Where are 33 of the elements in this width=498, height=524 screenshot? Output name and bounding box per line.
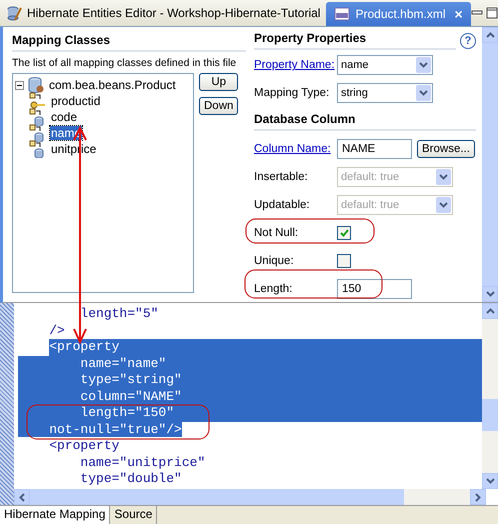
- page-tab[interactable]: Hibernate Mapping: [0, 506, 110, 524]
- field-link[interactable]: Column Name:: [254, 143, 337, 156]
- tree-item[interactable]: code: [50, 110, 78, 124]
- field-label: Updatable:: [254, 199, 311, 212]
- editor-tab[interactable]: Product.hbm.xml ×: [326, 2, 471, 26]
- help-icon[interactable]: ?: [460, 32, 476, 49]
- text-field[interactable]: 150: [337, 279, 412, 300]
- code-line: type="double": [79, 471, 183, 488]
- section-heading: Database Column: [254, 112, 476, 132]
- code-line: />: [48, 322, 66, 340]
- code-line: length="5": [79, 306, 160, 323]
- section-heading: Property Properties: [254, 31, 456, 50]
- field-label: Insertable:: [254, 171, 309, 184]
- up-button[interactable]: Up: [199, 73, 238, 92]
- page-tab[interactable]: Source: [110, 506, 158, 524]
- down-button[interactable]: Down: [199, 97, 238, 116]
- dropdown[interactable]: string: [337, 83, 433, 104]
- field-label: Unique:: [254, 255, 295, 268]
- tree-item[interactable]: productid: [50, 94, 102, 108]
- tree-item[interactable]: com.bea.beans.Product: [48, 78, 177, 92]
- browse-button[interactable]: Browse...: [417, 140, 475, 158]
- editor-tab[interactable]: Hibernate Entities Editor - Workshop-Hibernate-Tutorial: [0, 0, 326, 26]
- field-link[interactable]: Property Name:: [254, 59, 337, 72]
- code-line: not-null="true"/>: [18, 422, 482, 438]
- code-line: <property: [48, 438, 120, 455]
- description: The list of all mapping classes defined in this file: [12, 56, 238, 70]
- section-heading: Mapping Classes: [12, 33, 246, 52]
- field-label: Not Null:: [254, 227, 300, 240]
- field-label: Length:: [254, 283, 294, 296]
- dropdown[interactable]: name: [337, 55, 433, 76]
- text-field[interactable]: NAME: [337, 139, 412, 160]
- code-line: name="unitprice": [79, 454, 206, 472]
- field-label: Mapping Type:: [254, 87, 330, 100]
